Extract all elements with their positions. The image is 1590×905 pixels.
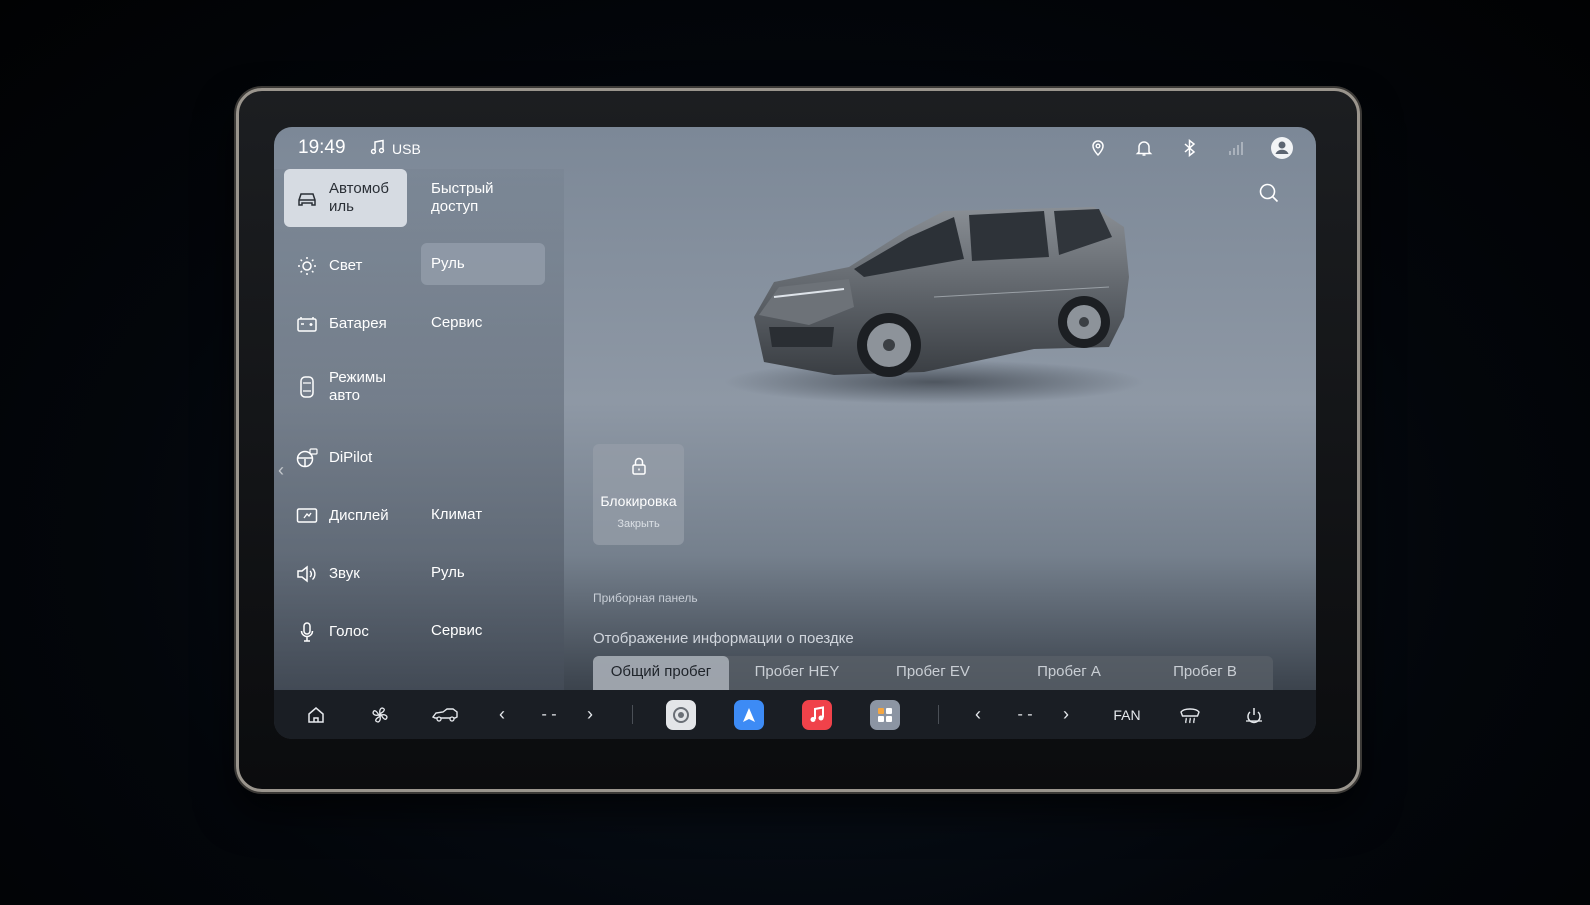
status-bar: 19:49 USB [274, 127, 1316, 169]
submenu-item-climate[interactable]: Климат [421, 494, 545, 536]
chevron-right-icon[interactable]: › [1056, 690, 1076, 739]
car-top-icon [295, 375, 319, 399]
menu-item-voice[interactable]: Голос [284, 603, 407, 661]
menu-item-modes[interactable]: Режимы авто [284, 358, 407, 416]
menu-item-label: Батарея [329, 315, 387, 332]
signal-icon [1224, 136, 1248, 160]
menu-item-car[interactable]: Автомоб иль [284, 169, 407, 227]
lock-card-title: Блокировка [600, 493, 677, 509]
menu-item-battery[interactable]: Батарея [284, 295, 407, 353]
search-icon[interactable] [1258, 182, 1280, 209]
speaker-icon [295, 562, 319, 586]
menu-item-light[interactable]: Свет [284, 237, 407, 295]
location-pin-icon[interactable] [1086, 136, 1110, 160]
menu-item-label: Звук [329, 565, 360, 582]
submenu-item-label: Сервис [431, 314, 483, 331]
dock-divider [938, 705, 939, 724]
tab-label: Пробег HEY [754, 662, 840, 680]
submenu-item-quick-access[interactable]: Быстрый доступ [421, 177, 545, 219]
menu-item-label: Режимы авто [329, 369, 387, 404]
battery-icon [295, 312, 319, 336]
tab-label: Пробег B [1173, 662, 1237, 680]
submenu-item-label: Руль [431, 255, 465, 272]
section-caption: Приборная панель [593, 591, 698, 605]
chevron-left-icon[interactable]: ‹ [278, 460, 284, 481]
lock-toggle-card[interactable]: Блокировка Закрыть [593, 444, 684, 545]
menu-item-sound[interactable]: Звук [284, 545, 407, 603]
dock-divider [632, 705, 633, 724]
submenu-item-label: Климат [431, 506, 483, 523]
left-temperature: - - [541, 705, 557, 723]
car-side-icon[interactable] [428, 690, 462, 739]
fan-button[interactable]: FAN [1110, 690, 1144, 739]
settings-sidebar: Автомоб иль Свет Батарея Режимы авто DiP… [274, 169, 564, 697]
settings-app-icon[interactable] [666, 690, 696, 739]
fan-icon[interactable] [366, 690, 394, 739]
tab-label: Общий пробег [610, 662, 712, 680]
tab-label: Пробег EV [896, 662, 970, 680]
car-icon [295, 186, 319, 210]
music-note-icon [370, 139, 386, 158]
infotainment-screen: 19:49 USB Автомоб иль Свет Батарея Режим… [274, 127, 1316, 739]
media-source[interactable]: USB [370, 139, 421, 158]
bluetooth-icon[interactable] [1178, 136, 1202, 160]
submenu-item-service-2[interactable]: Сервис [421, 610, 545, 652]
submenu-item-label: Сервис [431, 622, 483, 639]
menu-item-label: Свет [329, 257, 363, 274]
media-source-label: USB [392, 140, 421, 157]
sun-icon [295, 254, 319, 278]
menu-item-label: Автомоб иль [329, 180, 389, 215]
microphone-icon [295, 620, 319, 644]
menu-item-dipilot[interactable]: DiPilot [284, 429, 407, 487]
profile-icon[interactable] [1270, 136, 1294, 160]
submenu-item-service[interactable]: Сервис [421, 302, 545, 344]
chevron-left-icon[interactable]: ‹ [968, 690, 988, 739]
lock-card-subtitle: Закрыть [617, 518, 660, 530]
defrost-icon[interactable] [1176, 690, 1204, 739]
display-icon [295, 504, 319, 528]
chevron-right-icon[interactable]: › [580, 690, 600, 739]
vehicle-image [724, 207, 1144, 404]
menu-item-display[interactable]: Дисплей [284, 487, 407, 545]
steering-wheel-icon [295, 446, 319, 470]
menu-item-label: Голос [329, 623, 369, 640]
submenu-item-label: Быстрый доступ [431, 180, 494, 215]
tab-label: Пробег A [1037, 662, 1101, 680]
home-icon[interactable] [302, 690, 330, 739]
chevron-left-icon[interactable]: ‹ [492, 690, 512, 739]
menu-item-label: Дисплей [329, 507, 389, 524]
clock: 19:49 [298, 137, 346, 158]
right-temperature: - - [1017, 705, 1033, 723]
trip-info-title: Отображение информации о поездке [593, 630, 854, 647]
power-icon[interactable] [1240, 690, 1268, 739]
submenu-item-label: Руль [431, 564, 465, 581]
menu-item-label: DiPilot [329, 449, 373, 466]
lock-icon [630, 456, 648, 481]
submenu-item-wheel-2[interactable]: Руль [421, 552, 545, 594]
apps-icon[interactable] [870, 690, 900, 739]
music-app-icon[interactable] [802, 690, 832, 739]
navigation-app-icon[interactable] [734, 690, 764, 739]
bottom-dock: ‹ - - › ‹ - - › FAN [274, 690, 1316, 739]
bell-icon[interactable] [1132, 136, 1156, 160]
submenu-item-wheel[interactable]: Руль [421, 243, 545, 285]
